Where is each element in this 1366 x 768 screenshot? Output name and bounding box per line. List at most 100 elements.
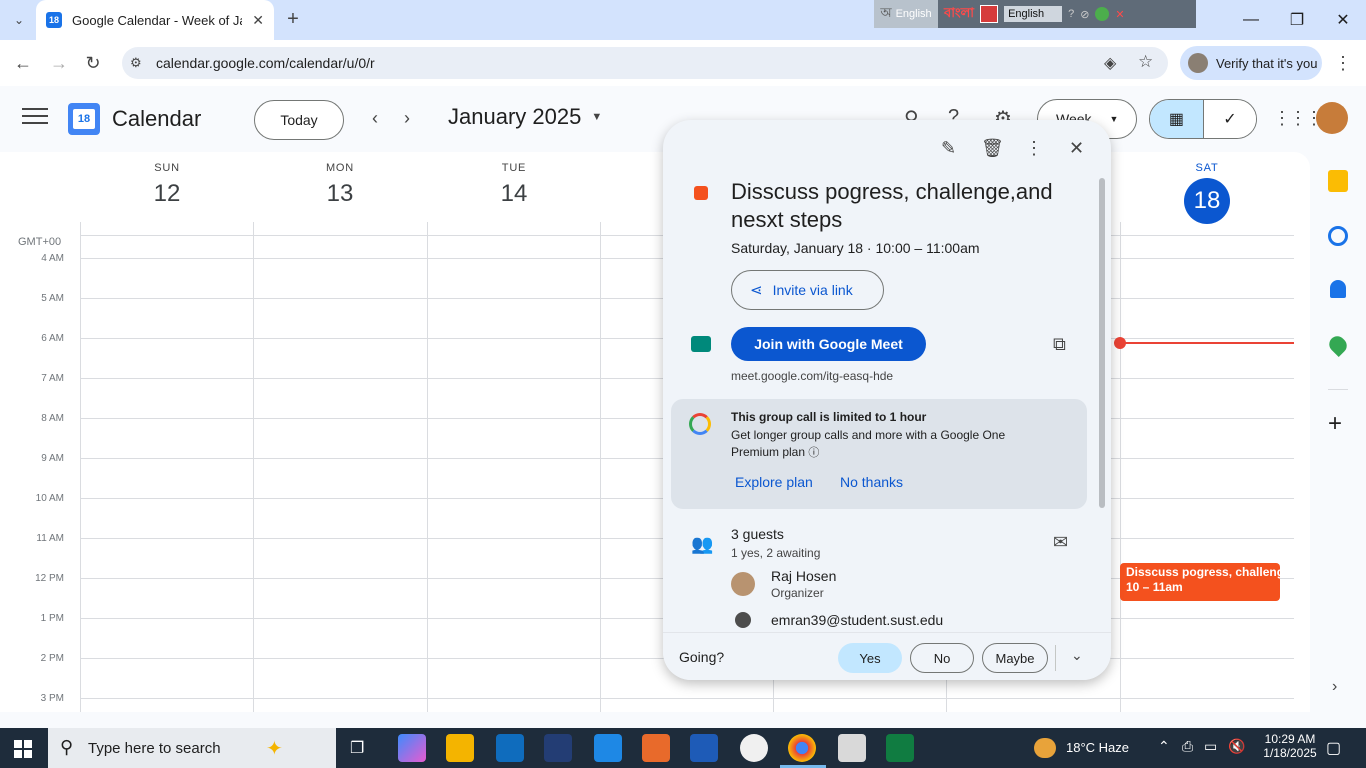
tab-close-icon[interactable]: ✕: [252, 12, 264, 29]
browser-tab[interactable]: 18 Google Calendar - Week of Janu ✕: [36, 0, 274, 40]
windows-start-icon[interactable]: [14, 740, 32, 758]
guest-name[interactable]: emran39@student.sust.edu: [771, 612, 943, 628]
get-addons-icon[interactable]: +: [1328, 410, 1342, 438]
rsvp-no-button[interactable]: No: [910, 643, 974, 673]
task-view-icon[interactable]: ❐: [350, 738, 364, 758]
contacts-icon[interactable]: [1330, 280, 1346, 298]
search-magnifier-icon: ⚲: [60, 737, 74, 757]
ime-bangla-label[interactable]: বাংলা: [944, 4, 974, 25]
weather-text[interactable]: 18°C Haze: [1066, 740, 1129, 755]
calendar-favicon-icon: 18: [46, 12, 62, 28]
calendar-logo-icon: 18: [68, 103, 100, 135]
monitor-icon[interactable]: ▭: [1204, 738, 1217, 755]
verify-button[interactable]: Verify that it's you: [1180, 46, 1322, 80]
calendar-view-icon[interactable]: ▦: [1150, 100, 1203, 138]
edit-pencil-icon[interactable]: ✎: [941, 138, 956, 159]
volume-icon[interactable]: 🔇: [1228, 738, 1245, 755]
no-thanks-link[interactable]: No thanks: [840, 474, 903, 490]
invite-via-link-button[interactable]: ⋖ Invite via link: [731, 270, 884, 310]
day-header-tue[interactable]: TUE 14: [427, 162, 601, 208]
day-header-sat[interactable]: SAT 18: [1120, 162, 1294, 224]
meet-link[interactable]: meet.google.com/itg-easq-hde: [731, 369, 893, 383]
close-window-icon[interactable]: ✕: [1320, 0, 1366, 40]
back-icon[interactable]: ←: [8, 48, 38, 78]
event-chip-title: Disscuss pogress, challeng: [1126, 565, 1280, 579]
rsvp-more-icon[interactable]: ⌄: [1071, 647, 1083, 664]
main-menu-icon[interactable]: [22, 108, 48, 124]
excel-icon[interactable]: [886, 734, 914, 762]
day-header-sun[interactable]: SUN 12: [80, 162, 254, 208]
taskbar-search[interactable]: ⚲ Type here to search ✦: [48, 728, 336, 768]
outlook-icon[interactable]: [496, 734, 524, 762]
explore-plan-link[interactable]: Explore plan: [735, 474, 813, 490]
close-popup-icon[interactable]: ✕: [1069, 138, 1084, 159]
maps-icon[interactable]: [1325, 332, 1351, 358]
app-icon[interactable]: [838, 734, 866, 762]
day-header-mon[interactable]: MON 13: [253, 162, 427, 208]
popup-scrollbar[interactable]: [1099, 178, 1105, 508]
clock[interactable]: 10:29 AM 1/18/2025: [1258, 732, 1322, 760]
next-week-icon[interactable]: ›: [404, 108, 410, 129]
adobe-icon[interactable]: [980, 5, 999, 23]
tab-search-icon[interactable]: ⌄: [8, 10, 30, 30]
ime-lang-glyph: অ: [880, 4, 892, 20]
copilot-app-icon[interactable]: [398, 734, 426, 762]
google-meet-icon: [691, 336, 711, 352]
hour-label: 7 AM: [41, 373, 64, 384]
account-avatar[interactable]: [1316, 102, 1348, 134]
more-options-icon[interactable]: ⋮: [1025, 138, 1043, 159]
join-meet-button[interactable]: Join with Google Meet: [731, 327, 926, 361]
tasks-icon[interactable]: [1328, 226, 1348, 246]
email-guests-icon[interactable]: ✉: [1053, 532, 1068, 553]
event-title: Disscuss pogress, challenge,and nesxt st…: [731, 179, 1053, 232]
keep-icon[interactable]: [1328, 170, 1348, 192]
green-add-icon[interactable]: [1095, 7, 1110, 21]
prev-week-icon[interactable]: ‹: [372, 108, 378, 129]
word-icon[interactable]: [690, 734, 718, 762]
hour-label: 3 PM: [40, 693, 64, 704]
lens-icon[interactable]: ◈: [1104, 53, 1116, 73]
expand-panel-icon[interactable]: ›: [1332, 678, 1337, 696]
profile-avatar-icon: [1188, 53, 1208, 73]
notifications-icon[interactable]: ▢: [1326, 738, 1341, 758]
current-time-line: [1120, 342, 1294, 344]
app-icon[interactable]: [740, 734, 768, 762]
reload-icon[interactable]: ↻: [78, 48, 108, 78]
ime-english-label[interactable]: English: [1004, 6, 1063, 22]
copy-link-icon[interactable]: ⧉: [1053, 334, 1066, 355]
rsvp-yes-button[interactable]: Yes: [838, 643, 902, 673]
ms-store-icon[interactable]: [594, 734, 622, 762]
guest-name[interactable]: Raj Hosen: [771, 568, 836, 584]
weather-icon[interactable]: [1034, 738, 1056, 758]
tray-chevron-icon[interactable]: ⌃: [1158, 738, 1170, 755]
app-title: Calendar: [112, 106, 202, 131]
vscode-icon[interactable]: [544, 734, 572, 762]
settings-icon[interactable]: ⊘: [1080, 8, 1089, 21]
google-apps-icon[interactable]: ⋮⋮⋮: [1273, 108, 1323, 129]
bookmark-star-icon[interactable]: ☆: [1138, 52, 1153, 72]
google-one-icon: [689, 413, 711, 435]
ime-language-indicator[interactable]: অ English: [874, 0, 938, 28]
delete-trash-icon[interactable]: 🗑: [981, 138, 1004, 159]
network-icon[interactable]: ⎙: [1182, 738, 1193, 755]
view-dropdown-icon: ▼: [1109, 114, 1119, 124]
app-icon[interactable]: [642, 734, 670, 762]
event-chip[interactable]: Disscuss pogress, challeng 10 – 11am: [1120, 563, 1280, 601]
chrome-menu-icon[interactable]: ⋮: [1328, 48, 1358, 78]
file-explorer-icon[interactable]: [446, 734, 474, 762]
new-tab-icon[interactable]: +: [282, 8, 304, 32]
rsvp-maybe-button[interactable]: Maybe: [982, 643, 1048, 673]
today-button[interactable]: Today: [254, 100, 344, 140]
help-icon[interactable]: ?: [1068, 8, 1074, 20]
windows-taskbar: ⚲ Type here to search ✦ ❐ 18°C Haze ⌃ ⎙ …: [0, 728, 1366, 768]
site-info-icon[interactable]: ⚙: [130, 55, 142, 71]
maximize-icon[interactable]: ❐: [1274, 0, 1320, 40]
guests-icon: 👥: [691, 534, 714, 554]
forward-icon[interactable]: →: [44, 48, 74, 78]
chrome-icon[interactable]: [788, 734, 816, 762]
minimize-icon[interactable]: —: [1228, 0, 1274, 40]
month-selector[interactable]: January 2025 ▼: [448, 104, 602, 130]
close-ime-icon[interactable]: ✕: [1115, 8, 1124, 21]
tasks-view-icon[interactable]: ✓: [1202, 100, 1256, 138]
address-bar[interactable]: ⚙ calendar.google.com/calendar/u/0/r ◈ ☆: [122, 47, 1168, 79]
